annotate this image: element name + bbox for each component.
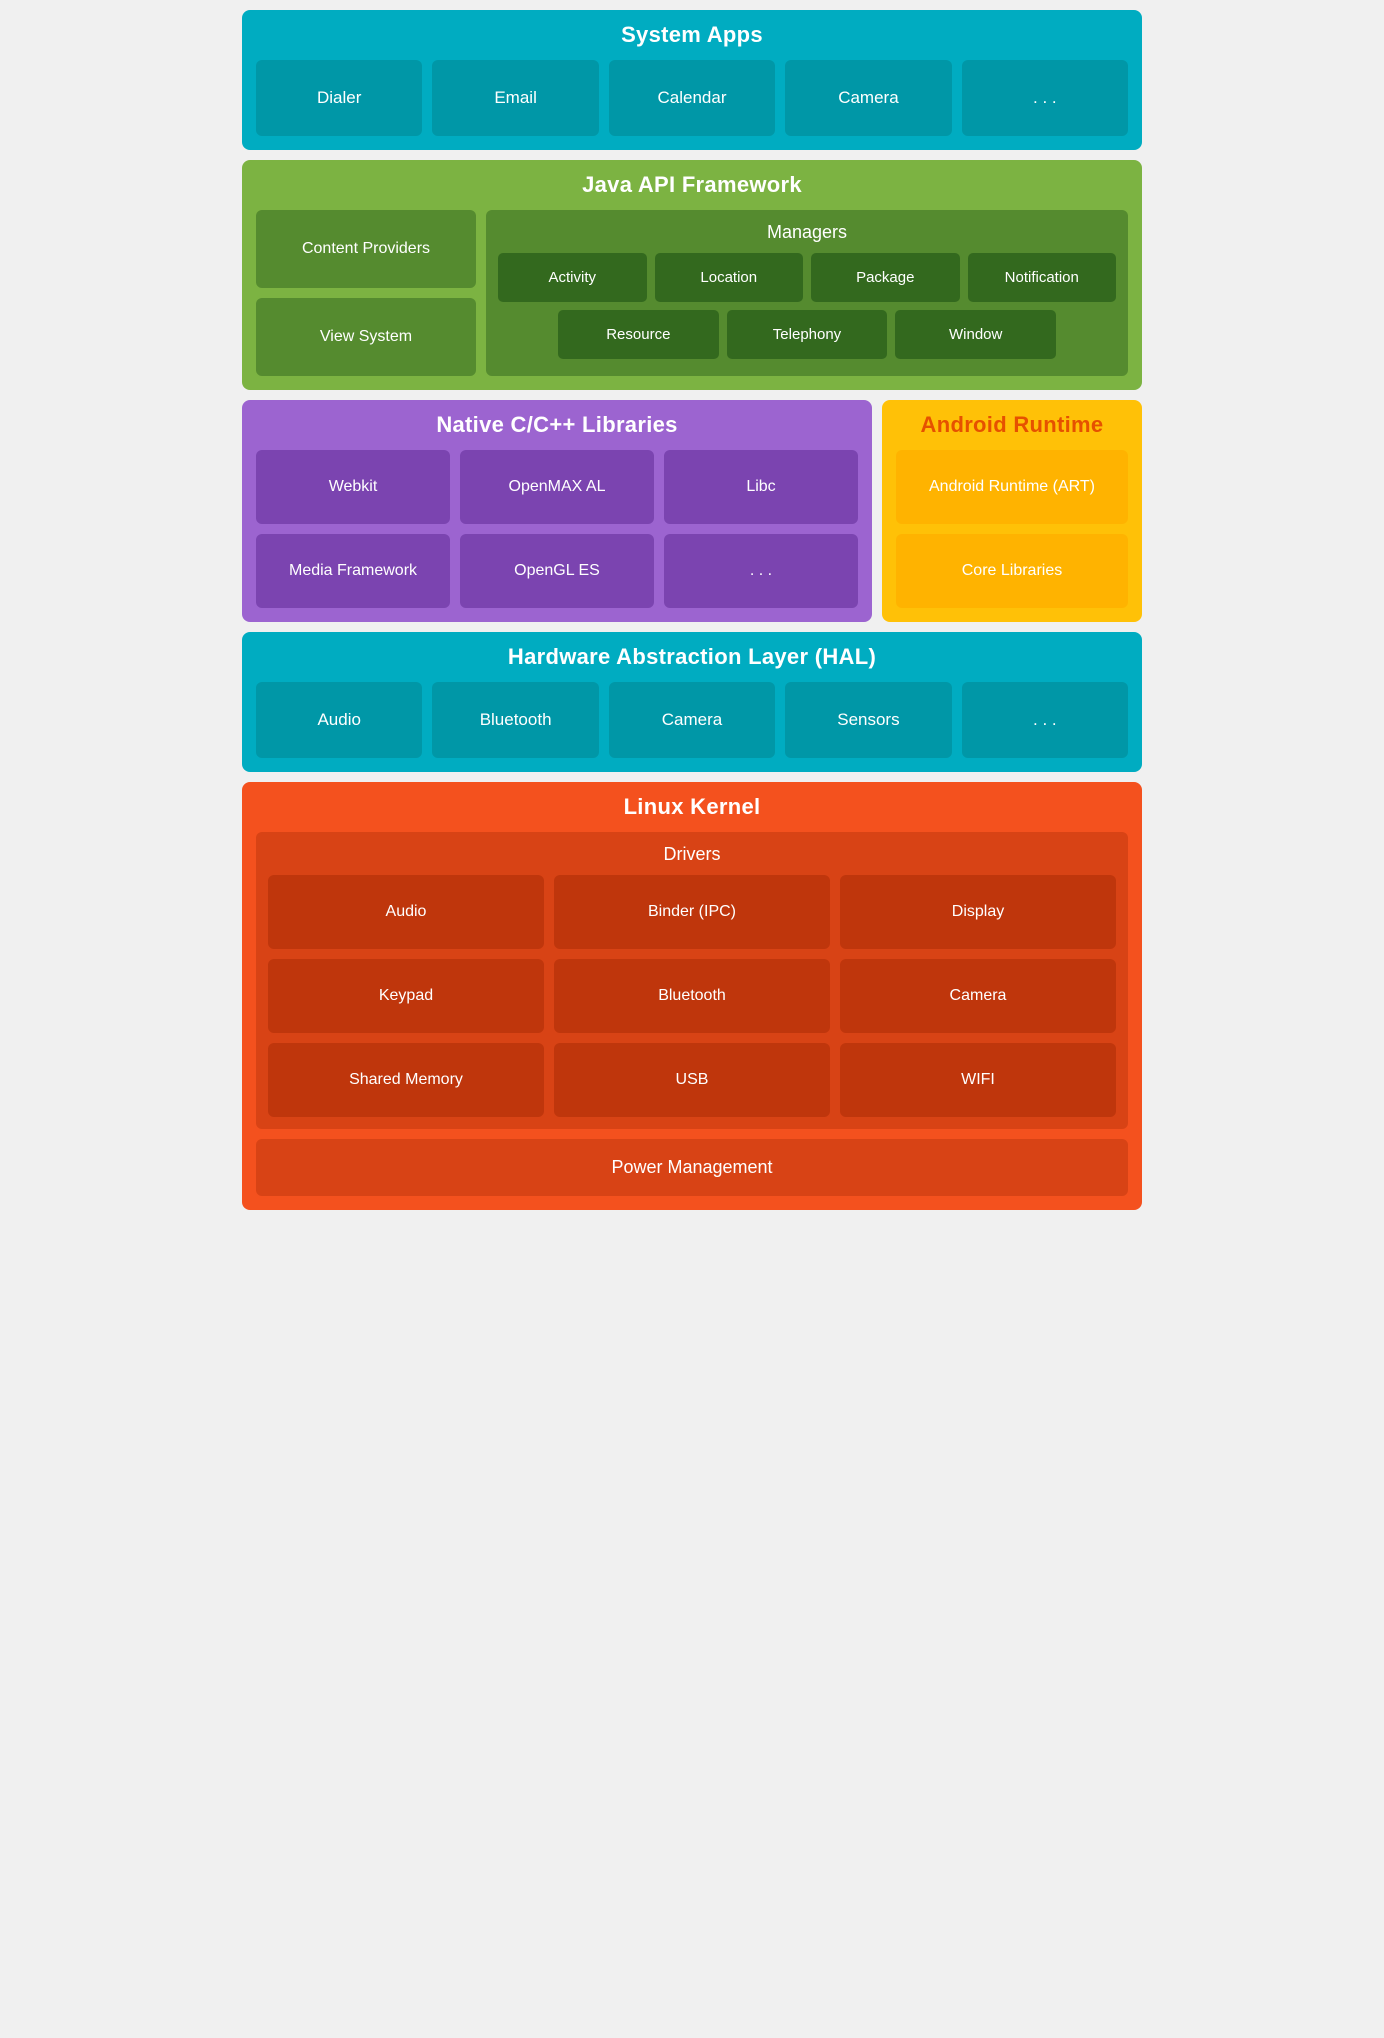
list-item: OpenMAX AL — [460, 450, 654, 524]
java-api-layer: Java API Framework Content Providers Vie… — [242, 160, 1142, 390]
list-item: Resource — [558, 310, 719, 359]
managers-row1: Activity Location Package Notification — [498, 253, 1116, 302]
java-api-left: Content Providers View System — [256, 210, 476, 376]
system-apps-title: System Apps — [256, 22, 1128, 48]
list-item: USB — [554, 1043, 830, 1117]
list-item: Binder (IPC) — [554, 875, 830, 949]
list-item: OpenGL ES — [460, 534, 654, 608]
list-item: Audio — [268, 875, 544, 949]
list-item: Libc — [664, 450, 858, 524]
content-providers-box: Content Providers — [256, 210, 476, 288]
hal-title: Hardware Abstraction Layer (HAL) — [256, 644, 1128, 670]
list-item: Camera — [609, 682, 775, 758]
system-apps-boxes: Dialer Email Calendar Camera . . . — [256, 60, 1128, 136]
hal-boxes: Audio Bluetooth Camera Sensors . . . — [256, 682, 1128, 758]
list-item: . . . — [664, 534, 858, 608]
list-item: Notification — [968, 253, 1117, 302]
list-item: WIFI — [840, 1043, 1116, 1117]
linux-kernel-layer: Linux Kernel Drivers Audio Binder (IPC) … — [242, 782, 1142, 1210]
view-system-box: View System — [256, 298, 476, 376]
list-item: Display — [840, 875, 1116, 949]
list-item: Window — [895, 310, 1056, 359]
android-runtime-box: Android Runtime (ART) — [896, 450, 1128, 524]
list-item: Calendar — [609, 60, 775, 136]
managers-title: Managers — [498, 222, 1116, 243]
native-grid: Webkit OpenMAX AL Libc Media Framework O… — [256, 450, 858, 608]
list-item: . . . — [962, 60, 1128, 136]
native-libs-title: Native C/C++ Libraries — [256, 412, 858, 438]
list-item: Package — [811, 253, 960, 302]
drivers-title: Drivers — [268, 844, 1116, 865]
drivers-section: Drivers Audio Binder (IPC) Display Keypa… — [256, 832, 1128, 1129]
list-item: Media Framework — [256, 534, 450, 608]
java-api-title: Java API Framework — [256, 172, 1128, 198]
native-libs-layer: Native C/C++ Libraries Webkit OpenMAX AL… — [242, 400, 872, 622]
system-apps-layer: System Apps Dialer Email Calendar Camera… — [242, 10, 1142, 150]
list-item: Email — [432, 60, 598, 136]
list-item: Location — [655, 253, 804, 302]
list-item: Dialer — [256, 60, 422, 136]
java-api-content: Content Providers View System Managers A… — [256, 210, 1128, 376]
list-item: Bluetooth — [432, 682, 598, 758]
hal-layer: Hardware Abstraction Layer (HAL) Audio B… — [242, 632, 1142, 772]
core-libraries-box: Core Libraries — [896, 534, 1128, 608]
list-item: Sensors — [785, 682, 951, 758]
android-runtime-title: Android Runtime — [896, 412, 1128, 438]
power-management-box: Power Management — [256, 1139, 1128, 1196]
list-item: Audio — [256, 682, 422, 758]
list-item: Webkit — [256, 450, 450, 524]
list-item: Camera — [785, 60, 951, 136]
list-item: Camera — [840, 959, 1116, 1033]
android-runtime-layer: Android Runtime Android Runtime (ART) Co… — [882, 400, 1142, 622]
drivers-grid: Audio Binder (IPC) Display Keypad Blueto… — [268, 875, 1116, 1117]
managers-row2: Resource Telephony Window — [498, 310, 1116, 359]
list-item: . . . — [962, 682, 1128, 758]
list-item: Keypad — [268, 959, 544, 1033]
middle-row: Native C/C++ Libraries Webkit OpenMAX AL… — [242, 400, 1142, 622]
list-item: Bluetooth — [554, 959, 830, 1033]
linux-kernel-title: Linux Kernel — [256, 794, 1128, 820]
list-item: Activity — [498, 253, 647, 302]
list-item: Shared Memory — [268, 1043, 544, 1117]
list-item: Telephony — [727, 310, 888, 359]
android-architecture-diagram: System Apps Dialer Email Calendar Camera… — [242, 10, 1142, 1210]
managers-section: Managers Activity Location Package Notif… — [486, 210, 1128, 376]
